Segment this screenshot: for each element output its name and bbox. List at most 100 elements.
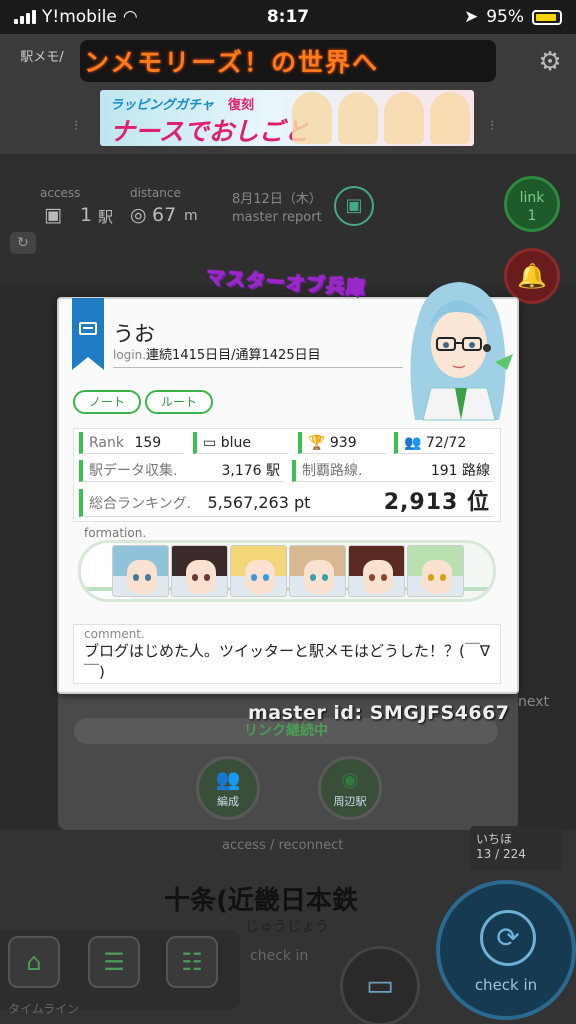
trophy-count: 939 — [329, 435, 357, 451]
id-card-icon — [79, 322, 97, 335]
card-color-icon: ▭ — [203, 435, 217, 451]
member-face — [422, 560, 452, 594]
access-label: access — [40, 186, 81, 200]
ranking-row: 総合ランキング. 5,567,263 pt 2,913 位 — [79, 489, 494, 517]
station-data-value: 3,176 駅 — [221, 463, 280, 479]
distance-label: distance — [130, 186, 181, 200]
station-kana: じゅうじょう — [245, 919, 329, 935]
member-eye — [322, 574, 328, 581]
check-in-icon: ⟳ — [480, 910, 536, 966]
member-eye — [204, 574, 210, 581]
clock: 8:17 — [266, 7, 310, 27]
member-face — [186, 560, 216, 594]
partner-count: 13 / 224 — [476, 847, 526, 861]
distance-unit: m — [184, 208, 198, 224]
route-button[interactable]: ルート — [145, 390, 213, 414]
note-button[interactable]: ノート — [73, 390, 141, 414]
formation-member[interactable] — [407, 545, 464, 597]
member-face — [127, 560, 157, 594]
partner-status[interactable]: いちほ 13 / 224 — [470, 826, 562, 870]
distance-icon: ◎ — [130, 204, 147, 226]
battery-icon — [532, 9, 562, 25]
status-bar: Y!mobile ◠ 8:17 ➤ 95% — [0, 0, 576, 34]
top-bar: 駅メモ/ ンメモリーズ！の世界へ ⚙ ⁝ ラッピングガチャ 復刻 ナースでおしご… — [0, 34, 576, 154]
lines-row: 制覇路線. 191 路線 — [292, 460, 494, 482]
member-face — [363, 560, 393, 594]
banner-badge: 復刻 — [228, 98, 255, 113]
formation-member[interactable] — [230, 545, 287, 597]
formation-member[interactable] — [348, 545, 405, 597]
news-marquee[interactable]: ンメモリーズ！の世界へ — [80, 40, 496, 82]
home-icon[interactable]: ⌂ — [8, 936, 60, 988]
list-icon[interactable]: ☰ — [88, 936, 140, 988]
card-color-value: blue — [220, 435, 251, 451]
member-eye — [251, 574, 257, 581]
master-id: master id: SMGJFS4667 — [248, 702, 510, 724]
comment-box: comment. ブログはじめた人。ツイッターと駅メモはどうした！？(￣∇￣) — [73, 624, 501, 684]
member-eye — [133, 574, 139, 581]
checkin-sub-label: check in — [250, 948, 309, 964]
member-face — [304, 560, 334, 594]
member-eye — [310, 574, 316, 581]
formation-button[interactable]: 👥 編成 — [196, 756, 260, 820]
member-face — [245, 560, 275, 594]
link-button[interactable]: link 1 — [504, 176, 560, 232]
member-eye — [145, 574, 151, 581]
access-reconnect-label: access / reconnect — [222, 838, 344, 853]
check-in-button[interactable]: ⟳ check in — [436, 880, 576, 1020]
access-value: 1 — [80, 204, 93, 226]
station-data-row: 駅データ収集. 3,176 駅 — [79, 460, 284, 482]
banner-characters — [292, 92, 470, 144]
ranking-label: 総合ランキング. — [89, 496, 192, 512]
formation-button-label: 編成 — [217, 795, 239, 808]
formation-member[interactable] — [112, 545, 169, 597]
denko-row: 👥 72/72 — [394, 432, 494, 454]
briefcase-icon[interactable]: ▭ — [340, 946, 420, 1024]
formation-icon: 👥 — [215, 767, 241, 791]
check-in-label: check in — [474, 976, 538, 994]
train-icon: ▣ — [44, 204, 62, 226]
formation-member[interactable] — [171, 545, 228, 597]
formation-label: formation. — [84, 526, 147, 540]
train-list-icon[interactable]: ☷ — [166, 936, 218, 988]
denko-count: 72/72 — [425, 435, 467, 451]
next-banner-dots[interactable]: ⁝ — [490, 118, 494, 134]
refresh-icon[interactable]: ↻ — [10, 232, 36, 254]
trophy-row: 🏆 939 — [298, 432, 386, 454]
trophy-icon: 🏆 — [308, 435, 326, 451]
banner-line1: ラッピングガチャ — [110, 98, 214, 113]
marquee-text: ンメモリーズ！の世界へ — [84, 48, 380, 77]
login-label: login. — [113, 348, 147, 362]
timeline-label[interactable]: タイムライン — [8, 1000, 79, 1017]
ranking-points: 5,567,263 pt — [207, 493, 311, 512]
rank-value: 159 — [134, 435, 162, 451]
lines-label: 制覇路線. — [302, 463, 363, 479]
promo-banner[interactable]: ラッピングガチャ 復刻 ナースでおしごと — [100, 90, 474, 146]
formation-member[interactable] — [289, 545, 346, 597]
gear-icon[interactable]: ⚙ — [536, 48, 564, 76]
app-logo[interactable]: 駅メモ/ — [12, 50, 72, 66]
prev-banner-dots[interactable]: ⁝ — [74, 118, 78, 134]
link-label: link — [519, 190, 545, 206]
report-train-icon[interactable]: ▣ — [334, 186, 374, 226]
access-unit: 駅 — [98, 208, 114, 226]
master-report-label[interactable]: master report — [232, 210, 322, 225]
comment-label: comment. — [84, 627, 145, 641]
rank-row: Rank 159 — [79, 432, 183, 454]
member-eye — [192, 574, 198, 581]
profile-avatar — [410, 282, 513, 421]
distance-value: 67 — [152, 204, 177, 226]
group-icon: 👥 — [404, 435, 422, 451]
login-row: login.連続1415日目/通算1425日目 — [113, 344, 403, 368]
station-name: 十条(近畿日本鉄 — [164, 886, 358, 916]
banner-main: ナースでおしごと — [110, 117, 309, 146]
color-row: ▭ blue — [193, 432, 289, 454]
member-eye — [381, 574, 387, 581]
ranking-position: 2,913 位 — [383, 490, 490, 515]
nearby-stations-button[interactable]: ◉ 周辺駅 — [318, 756, 382, 820]
link-count: 1 — [527, 208, 537, 224]
comment-text: ブログはじめた人。ツイッターと駅メモはどうした！？(￣∇￣) — [84, 642, 490, 681]
next-tag[interactable]: next — [518, 694, 549, 710]
member-eye — [428, 574, 434, 581]
login-streak: 連続1415日目/通算1425日目 — [146, 348, 321, 363]
